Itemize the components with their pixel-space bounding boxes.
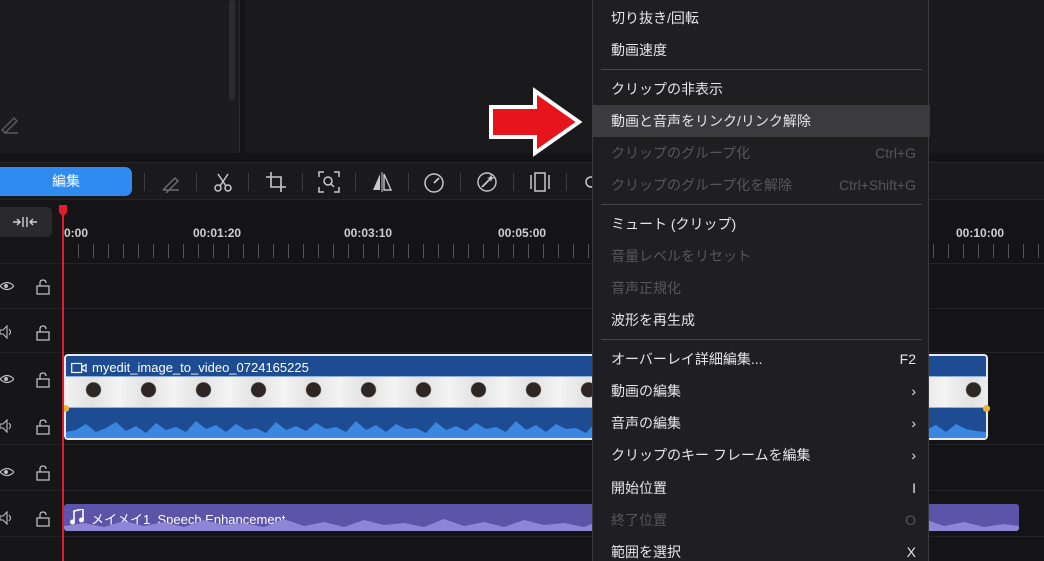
toolbar-separator [460, 173, 461, 191]
chevron-right-icon: › [911, 415, 916, 431]
toolbar-separator [355, 173, 356, 191]
menu-separator [601, 69, 922, 70]
scissors-icon[interactable] [212, 171, 234, 193]
eye-icon[interactable] [0, 372, 15, 391]
toolbar-separator [408, 173, 409, 191]
zoom-focus-icon[interactable] [318, 171, 340, 193]
crop-icon[interactable] [265, 171, 287, 193]
menu-item-regenerate-waveform[interactable]: 波形を再生成 [593, 304, 930, 336]
menu-item-normalize-audio[interactable]: 音声正規化 [593, 272, 930, 304]
menu-item-edit-video[interactable]: 動画の編集 › [593, 375, 930, 407]
toolbar-separator [566, 173, 567, 191]
mirror-icon[interactable] [371, 171, 393, 193]
toolbar-separator [248, 173, 249, 191]
fit-timeline-button[interactable] [0, 207, 52, 237]
unlock-icon[interactable] [36, 465, 50, 486]
menu-item-overlay-advanced-edit[interactable]: オーバーレイ詳細編集... F2 [593, 343, 930, 375]
speaker-icon[interactable] [0, 324, 14, 344]
menu-item-video-speed[interactable]: 動画速度 [593, 34, 930, 66]
menu-item-link-unlink-audio-video[interactable]: 動画と音声をリンク/リンク解除 [593, 105, 930, 137]
menu-item-mark-in[interactable]: 開始位置 I [593, 472, 930, 504]
toolbar-separator [302, 173, 303, 191]
menu-separator [601, 339, 922, 340]
media-library-panel [0, 0, 240, 153]
edit-button[interactable]: 編集 [0, 167, 132, 196]
playhead[interactable] [62, 205, 64, 561]
red-arrow-icon [487, 87, 583, 162]
clip-trim-handle-right[interactable] [983, 405, 990, 412]
unlock-icon[interactable] [36, 372, 50, 393]
menu-item-mark-out[interactable]: 終了位置 O [593, 504, 930, 536]
toolbar-separator [196, 173, 197, 191]
menu-item-group-clips[interactable]: クリップのグループ化 Ctrl+G [593, 137, 930, 169]
menu-separator [601, 204, 922, 205]
speaker-icon[interactable] [0, 418, 14, 438]
pen-icon[interactable] [160, 171, 182, 193]
speed-gauge-icon[interactable] [423, 171, 445, 193]
menu-item-crop-rotate[interactable]: 切り抜き/回転 [593, 2, 930, 34]
unlock-icon[interactable] [36, 511, 50, 532]
menu-item-edit-keyframes[interactable]: クリップのキー フレームを編集 › [593, 439, 930, 471]
video-clip-title: myedit_image_to_video_0724165225 [92, 360, 309, 375]
ruler-tick-label: 00:01:20 [193, 226, 242, 240]
magic-wand-icon[interactable] [476, 171, 498, 193]
menu-item-reset-volume[interactable]: 音量レベルをリセット [593, 240, 930, 272]
toolbar-separator [144, 173, 145, 191]
context-menu: 切り抜き/回転 動画速度 クリップの非表示 動画と音声をリンク/リンク解除 クリ… [592, 0, 930, 561]
menu-item-mute-clip[interactable]: ミュート (クリップ) [593, 208, 930, 240]
menu-item-hide-clip[interactable]: クリップの非表示 [593, 73, 930, 105]
ruler-tick-label: 00:03:10 [344, 226, 393, 240]
toolbar-separator [513, 173, 514, 191]
menu-item-edit-audio[interactable]: 音声の編集 › [593, 407, 930, 439]
eye-icon[interactable] [0, 465, 15, 484]
ruler-tick-label: 0:00 [64, 226, 89, 240]
ruler-tick-label: 00:10:00 [956, 226, 1005, 240]
menu-item-select-range[interactable]: 範囲を選択 X [593, 536, 930, 561]
library-scrollbar[interactable] [229, 0, 235, 100]
unlock-icon[interactable] [36, 325, 50, 346]
unlock-icon[interactable] [36, 279, 50, 300]
chevron-right-icon: › [911, 383, 916, 399]
ruler-tick-label: 00:05:00 [498, 226, 547, 240]
film-strip-icon[interactable] [529, 171, 551, 193]
menu-item-ungroup-clips[interactable]: クリップのグループ化を解除 Ctrl+Shift+G [593, 169, 930, 201]
speaker-icon[interactable] [0, 510, 14, 530]
brush-icon [0, 112, 22, 139]
chevron-right-icon: › [911, 447, 916, 463]
eye-icon[interactable] [0, 279, 15, 298]
unlock-icon[interactable] [36, 419, 50, 440]
